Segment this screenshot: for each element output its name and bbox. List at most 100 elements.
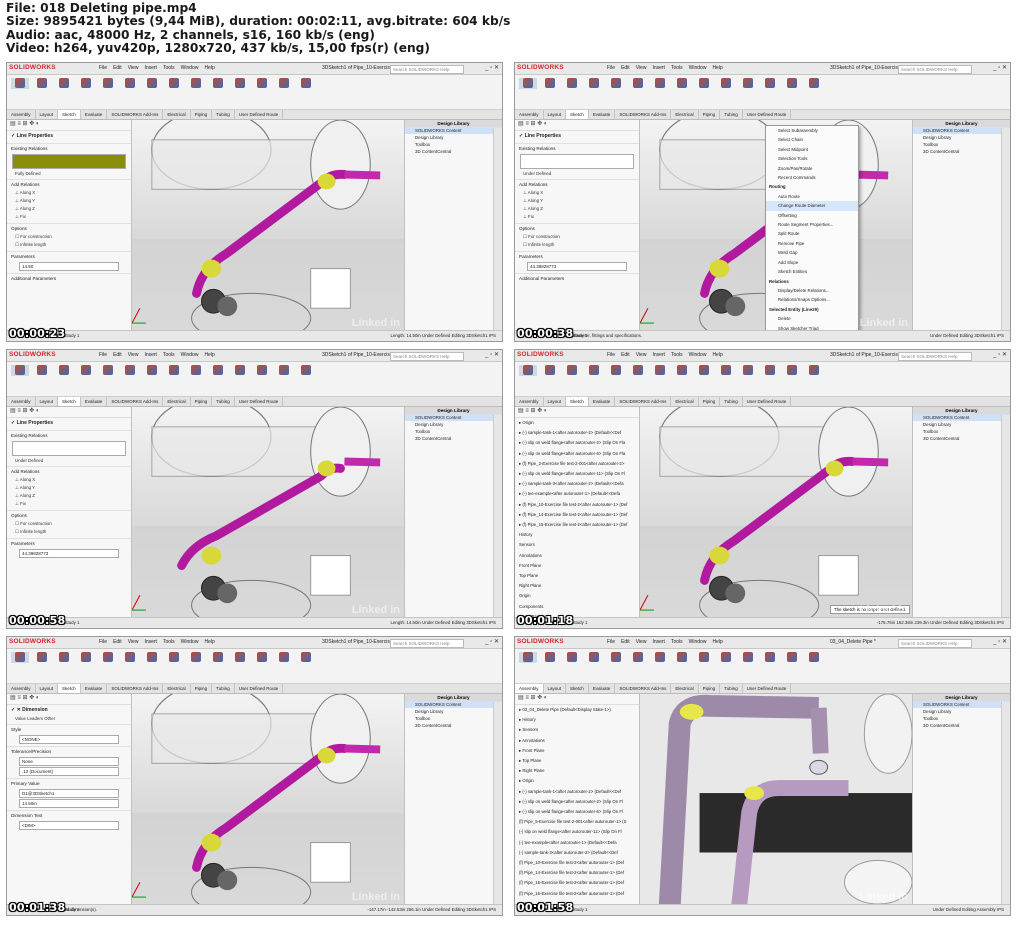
search-help-input[interactable]: Search SOLIDWORKS Help [390,65,464,74]
tab-sketch[interactable]: Sketch [58,110,81,119]
ribbon-button[interactable] [519,78,537,89]
ribbon-button[interactable] [695,365,713,376]
tree-item[interactable]: ▸ Top Plane [515,756,639,766]
menu-item[interactable]: Window [689,352,707,358]
menu-item[interactable]: Tools [163,352,175,358]
ribbon-button[interactable] [695,652,713,663]
tab-solidworks-add-ins[interactable]: SOLIDWORKS Add-Ins [107,684,164,693]
ribbon-button[interactable] [629,78,647,89]
menu-item[interactable]: Tools [671,352,683,358]
design-library-item[interactable]: 3D ContentCentral [913,435,1010,442]
menu-item[interactable]: View [128,65,139,71]
ribbon-button[interactable] [143,365,161,376]
ribbon-button[interactable] [77,365,95,376]
tree-item[interactable]: ▸ (-) slip on weld flange<after autorout… [515,469,639,479]
menu-item[interactable]: Tools [163,65,175,71]
ribbon-button[interactable] [99,365,117,376]
tree-item[interactable]: ▸ Annotations [515,736,639,746]
ribbon-button[interactable] [805,365,823,376]
tab-evaluate[interactable]: Evaluate [589,684,616,693]
ribbon-button[interactable] [187,78,205,89]
tree-item[interactable]: ▸ Right Plane [515,766,639,776]
manager-tabs[interactable]: ▤ ≡ ⊞ ✥ ◐ [7,407,131,418]
ribbon-button[interactable] [563,365,581,376]
tab-sketch[interactable]: Sketch [566,397,589,406]
tab-tubing[interactable]: Tubing [212,397,235,406]
tree-item[interactable]: ▸ (-) slip on weld flange<after autorout… [515,449,639,459]
ribbon-button[interactable] [55,78,73,89]
tree-item[interactable]: (-) slip on weld flange<after autorouter… [515,827,639,837]
ribbon-button[interactable] [55,652,73,663]
ribbon-button[interactable] [739,652,757,663]
menu-item[interactable]: Window [689,639,707,645]
tab-tubing[interactable]: Tubing [720,684,743,693]
design-library-item[interactable]: SOLIDWORKS Content [913,127,1010,134]
ribbon-button[interactable] [739,78,757,89]
task-pane-tabs[interactable] [1001,128,1010,331]
ribbon-button[interactable] [11,365,29,376]
tab-electrical[interactable]: Electrical [163,110,191,119]
ribbon-button[interactable] [607,78,625,89]
menu-item[interactable]: Help [712,639,722,645]
graphics-area[interactable] [132,407,404,618]
menu-item[interactable]: Edit [113,65,122,71]
ribbon-button[interactable] [607,365,625,376]
ribbon-button[interactable] [165,652,183,663]
tree-item[interactable]: (-) tee-example<after autorouter-1> (Def… [515,838,639,848]
window-controls[interactable]: _ ▫ ✕ [485,64,499,71]
ribbon-button[interactable] [585,78,603,89]
ribbon-button[interactable] [209,365,227,376]
design-library-item[interactable]: SOLIDWORKS Content [405,414,502,421]
option-checkbox[interactable]: ☐ Infinite length [7,528,131,536]
tab-tubing[interactable]: Tubing [212,110,235,119]
ribbon-button[interactable] [121,78,139,89]
tab-evaluate[interactable]: Evaluate [81,684,108,693]
task-pane-tabs[interactable] [493,128,502,331]
tree-item[interactable]: ▸ (-) sample-tank-1<after autorouter-2> … [515,428,639,438]
design-library-item[interactable]: Design Library [913,708,1010,715]
design-library-item[interactable]: Toolbox [913,428,1010,435]
tab-user-defined-route[interactable]: User Defined Route [743,110,792,119]
tab-solidworks-add-ins[interactable]: SOLIDWORKS Add-Ins [615,684,672,693]
tab-sketch[interactable]: Sketch [566,110,589,119]
ribbon-button[interactable] [629,652,647,663]
menu-item[interactable]: Window [689,65,707,71]
option-checkbox[interactable]: ☐ For construction [7,233,131,241]
tree-item[interactable]: ▸ (f) Pipe_14-Exercise file test-2<after… [515,510,639,520]
ribbon-button[interactable] [231,365,249,376]
tree-item[interactable]: (f) Pipe_5-Exercise file test-2-001<afte… [515,817,639,827]
ribbon-button[interactable] [99,652,117,663]
design-library-item[interactable]: Toolbox [405,141,502,148]
ribbon-button[interactable] [231,78,249,89]
menu-item[interactable]: Help [204,65,214,71]
context-menu-item[interactable]: Weld Gap [766,248,858,257]
context-menu-item[interactable]: Sketch Entities [766,267,858,276]
ribbon-button[interactable] [541,365,559,376]
design-library-item[interactable]: Toolbox [913,715,1010,722]
ribbon-button[interactable] [253,365,271,376]
menu-item[interactable]: File [99,65,107,71]
menu-item[interactable]: Insert [144,65,157,71]
tolerance-select[interactable]: None [19,757,119,766]
ribbon-button[interactable] [585,365,603,376]
context-menu-item[interactable]: Select Midpoint [766,145,858,154]
ribbon-button[interactable] [99,78,117,89]
tree-item[interactable]: (-) sample-tank-3<after autorouter-2> (D… [515,848,639,858]
menu-item[interactable]: Help [204,352,214,358]
tree-item[interactable]: ▸ (f) Pipe_15-Exercise file test-2<after… [515,520,639,530]
tab-evaluate[interactable]: Evaluate [589,110,616,119]
ribbon-button[interactable] [33,78,51,89]
task-pane-tabs[interactable] [493,415,502,618]
ribbon-button[interactable] [651,78,669,89]
ribbon-button[interactable] [297,78,315,89]
ribbon-button[interactable] [33,365,51,376]
ribbon-button[interactable] [275,365,293,376]
task-pane-tabs[interactable] [493,702,502,905]
ribbon-button[interactable] [77,78,95,89]
window-controls[interactable]: _ ▫ ✕ [485,638,499,645]
relation-along-z[interactable]: ⊥ Along Z [7,205,131,213]
tab-electrical[interactable]: Electrical [163,397,191,406]
tab-layout[interactable]: Layout [36,397,59,406]
menu-item[interactable]: View [128,352,139,358]
graphics-area[interactable]: The sketch is no longer over defined. [640,407,912,618]
